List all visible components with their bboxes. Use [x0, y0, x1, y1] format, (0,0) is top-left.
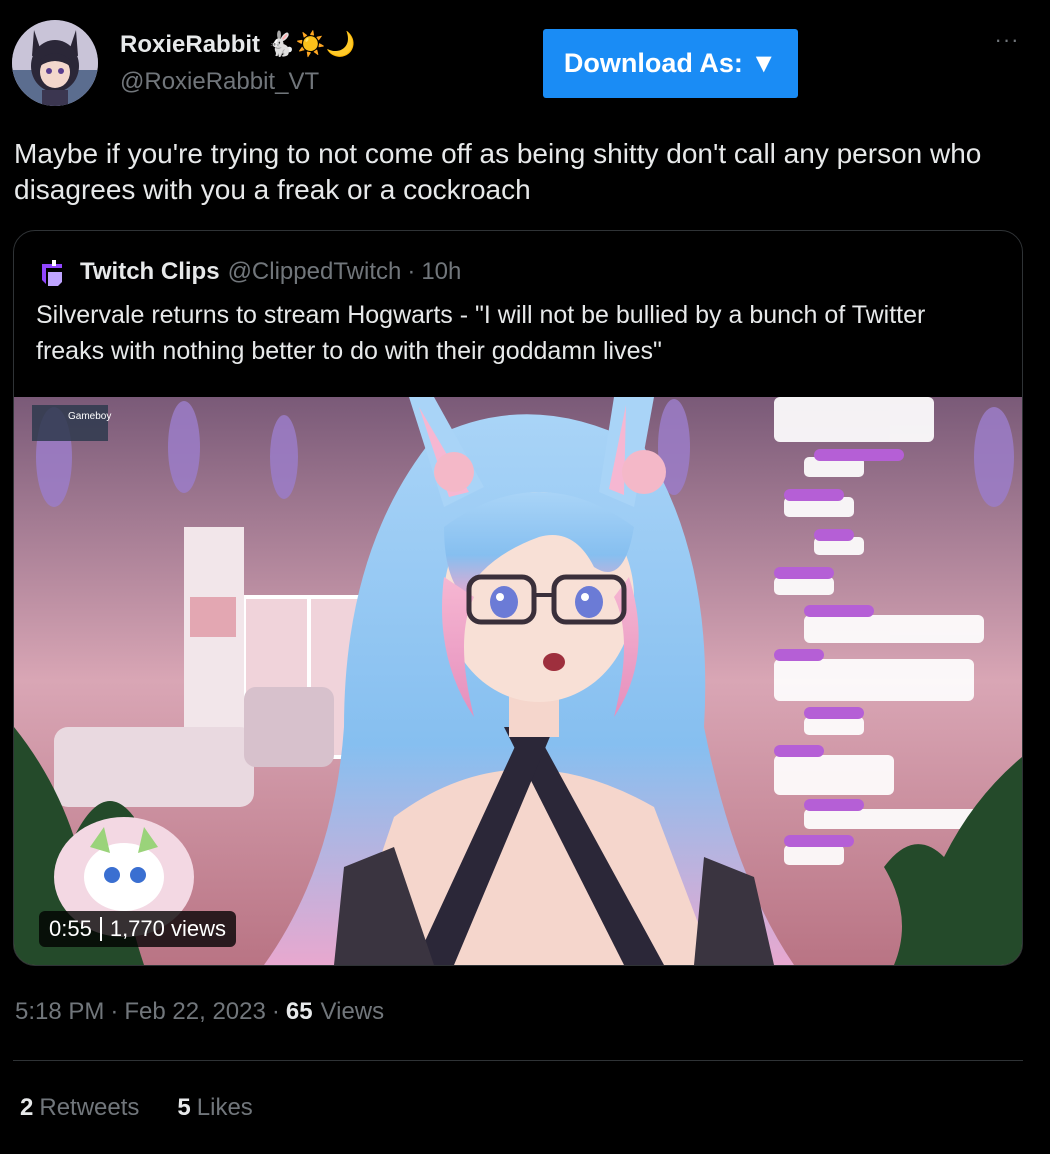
video-overlay-label: Gameboy — [68, 411, 111, 422]
avatar-image — [12, 20, 98, 106]
views-count: 65 — [285, 998, 313, 1025]
video-duration: 0:55 — [49, 916, 92, 941]
video-info-badge: 0:55 1,770 views — [39, 911, 237, 947]
more-horizontal-icon[interactable]: ··· — [992, 29, 1022, 51]
video-player[interactable]: Gameboy 0:55 1,770 views — [14, 397, 1022, 965]
quoted-author-handle: @ClippedTwitch — [227, 258, 402, 285]
quoted-tweet-text: Silvervale returns to stream Hogwarts - … — [36, 301, 926, 365]
quoted-author-name: Twitch Clips — [80, 258, 220, 285]
engagement-stats: 2 Retweets 5 Likes — [20, 1094, 291, 1122]
twitch-clips-logo-icon — [36, 256, 68, 288]
quoted-timestamp: 10h — [421, 258, 462, 285]
retweets-stat[interactable]: 2 Retweets — [20, 1094, 139, 1122]
divider — [13, 1060, 1023, 1061]
author-name-text: RoxieRabbit — [120, 30, 261, 58]
likes-stat[interactable]: 5 Likes — [177, 1094, 252, 1122]
tweet-container: RoxieRabbit 🐇☀️🌙 @RoxieRabbit_VT Downloa… — [0, 0, 1050, 1154]
video-thumbnail: Gameboy — [14, 397, 1022, 965]
meta-separator: · — [271, 998, 280, 1025]
tweet-text: Maybe if you're trying to not come off a… — [14, 138, 982, 205]
download-as-button[interactable]: Download As: ▼ — [543, 29, 798, 98]
author-handle[interactable]: @RoxieRabbit_VT — [120, 68, 319, 96]
quoted-tweet-card[interactable]: Twitch Clips @ClippedTwitch · 10h Silver… — [13, 230, 1023, 966]
tweet-time[interactable]: 5:18 PM — [15, 998, 104, 1026]
tweet-date[interactable]: Feb 22, 2023 — [124, 998, 265, 1026]
author-name-emoji: 🐇☀️🌙 — [266, 31, 356, 58]
quoted-tweet-header: Twitch Clips @ClippedTwitch · 10h — [36, 256, 461, 288]
meta-separator: · — [110, 998, 119, 1025]
quoted-separator: · — [407, 258, 416, 285]
views-label: Views — [320, 998, 385, 1025]
author-name[interactable]: RoxieRabbit 🐇☀️🌙 — [120, 30, 356, 59]
video-view-count: 1,770 views — [109, 916, 227, 941]
likes-count: 5 — [177, 1094, 191, 1121]
tweet-meta: 5:18 PM · Feb 22, 2023 · 65 Views — [15, 998, 384, 1026]
retweets-label: Retweets — [39, 1094, 140, 1121]
author-avatar[interactable] — [12, 20, 98, 106]
retweets-count: 2 — [20, 1094, 34, 1121]
video-badge-separator — [99, 917, 102, 941]
likes-label: Likes — [196, 1094, 253, 1121]
